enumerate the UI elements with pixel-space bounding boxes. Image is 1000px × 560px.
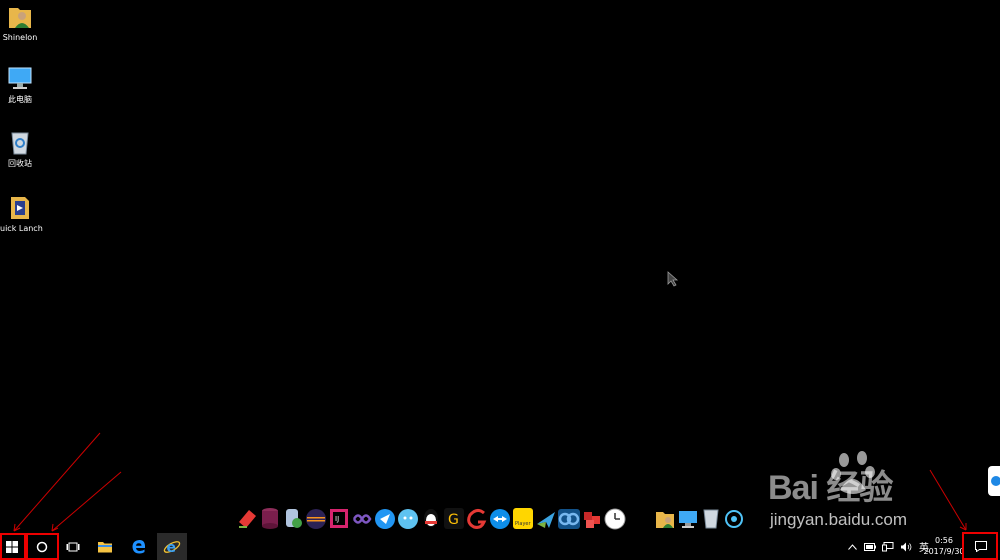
- watermark-brand: Bai 经验: [768, 469, 893, 507]
- watermark-url: jingyan.baidu.com: [770, 510, 908, 529]
- edge-floating-icon[interactable]: [988, 466, 1000, 496]
- baidu-jingyan-watermark: Bai 经验 jingyan.baidu.com: [768, 450, 968, 535]
